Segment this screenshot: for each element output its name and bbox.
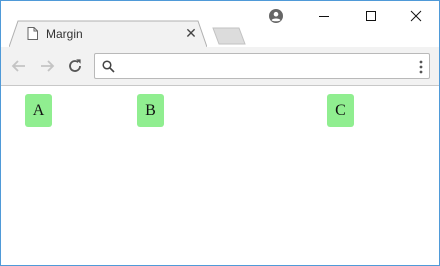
close-window-button[interactable] <box>393 1 439 31</box>
tab-close-icon[interactable]: ✕ <box>184 25 198 41</box>
forward-arrow-icon[interactable] <box>38 57 56 75</box>
close-icon <box>410 10 422 22</box>
minimize-button[interactable] <box>301 1 347 31</box>
maximize-icon <box>366 11 376 21</box>
title-bar: Margin ✕ <box>1 1 439 47</box>
browser-window: Margin ✕ A B C <box>0 0 440 266</box>
search-icon <box>102 60 115 73</box>
back-arrow-icon[interactable] <box>10 57 28 75</box>
file-icon <box>27 27 38 40</box>
address-bar[interactable] <box>94 53 430 79</box>
box-b: B <box>137 94 164 127</box>
tab-shape <box>9 20 207 47</box>
page-content: A B C <box>1 86 439 265</box>
toolbar <box>1 47 439 86</box>
tab-margin[interactable]: Margin ✕ <box>9 20 207 47</box>
box-a: A <box>25 94 52 127</box>
minimize-icon <box>319 16 329 17</box>
reload-icon[interactable] <box>66 57 84 75</box>
tab-title: Margin <box>46 27 83 41</box>
maximize-button[interactable] <box>348 1 394 31</box>
address-input[interactable] <box>119 56 419 76</box>
vertical-dots-icon[interactable] <box>417 59 425 75</box>
new-tab-button[interactable] <box>209 27 247 45</box>
account-circle-icon[interactable] <box>269 9 283 23</box>
box-c: C <box>327 94 354 127</box>
